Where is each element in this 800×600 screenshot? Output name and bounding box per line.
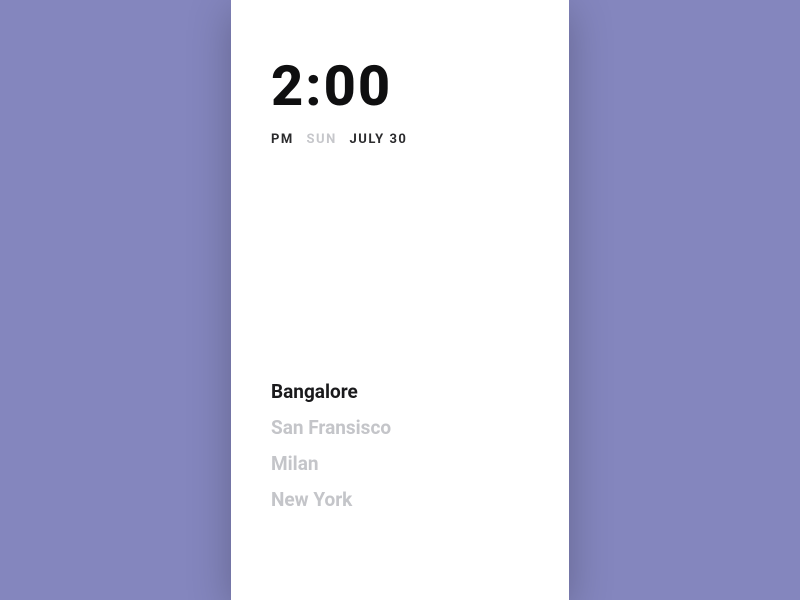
city-item-milan[interactable]: Milan — [271, 446, 529, 482]
city-list: Bangalore San Fransisco Milan New York — [271, 374, 529, 518]
date-label: JULY 30 — [349, 132, 407, 147]
time-display: 2:00 — [271, 58, 529, 114]
spacer — [271, 147, 529, 374]
city-item-new-york[interactable]: New York — [271, 482, 529, 518]
city-item-bangalore[interactable]: Bangalore — [271, 374, 529, 410]
day-of-week-label: SUN — [307, 132, 337, 147]
ampm-label: PM — [271, 132, 294, 147]
world-clock-card: 2:00 PM SUN JULY 30 Bangalore San Fransi… — [231, 0, 569, 600]
city-item-san-fransisco[interactable]: San Fransisco — [271, 410, 529, 446]
date-line: PM SUN JULY 30 — [271, 132, 529, 147]
